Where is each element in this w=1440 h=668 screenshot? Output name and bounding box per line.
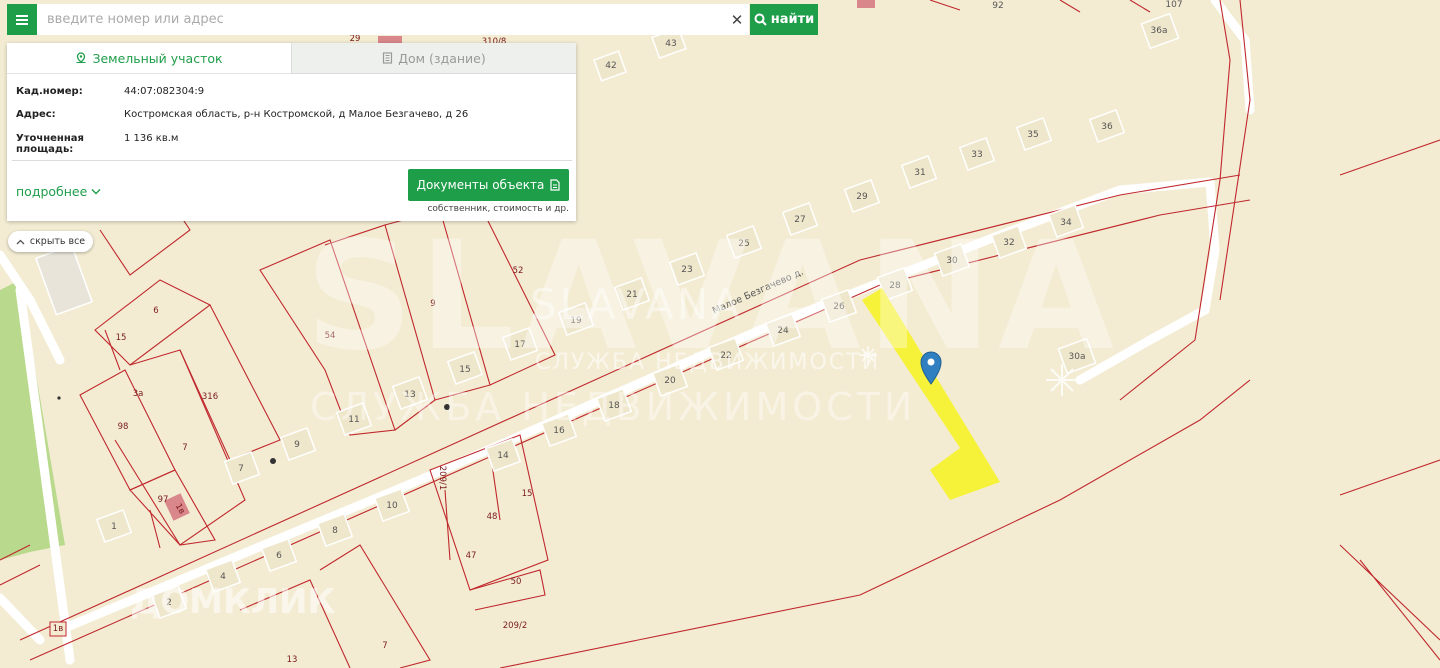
house-number-label: 9 bbox=[294, 440, 300, 450]
location-icon bbox=[76, 52, 86, 63]
house-number-label: 42 bbox=[605, 61, 616, 71]
house-number-label: 1 bbox=[111, 522, 117, 532]
house-number-label: 11 bbox=[348, 415, 359, 425]
parcel-info-panel: Земельный участок Дом (здание) Кад.номер… bbox=[7, 43, 576, 221]
find-button-label: найти bbox=[770, 12, 815, 27]
house-number-label: 20 bbox=[664, 376, 676, 386]
house-number-label: 2 bbox=[166, 598, 172, 608]
address-value: Костромская область, р-н Костромской, д … bbox=[124, 109, 469, 120]
house-number-label: 19 bbox=[570, 316, 582, 326]
search-icon bbox=[754, 13, 767, 26]
parcel-number-label: 7 bbox=[182, 443, 187, 453]
house-number-label: 17 bbox=[514, 340, 525, 350]
parcel-number-label: 13 bbox=[287, 655, 298, 665]
house-number-label: 18 bbox=[608, 401, 620, 411]
house-number-label: 31 bbox=[914, 168, 925, 178]
parcel-number-label: 209/2 bbox=[503, 621, 528, 631]
area-label-line1: Уточненная bbox=[16, 133, 84, 144]
house-number-label: 26 bbox=[833, 302, 845, 312]
parcel-number-label: 9 bbox=[430, 299, 435, 309]
tab-building-label: Дом (здание) bbox=[398, 50, 486, 66]
parcel-number-label: 1в bbox=[53, 624, 63, 634]
house-number-label: 14 bbox=[497, 451, 509, 461]
area-label-line2: площадь: bbox=[16, 144, 74, 155]
address-label: Адрес: bbox=[16, 109, 56, 120]
cadastral-number-value: 44:07:082304:9 bbox=[124, 86, 205, 97]
more-details-link[interactable]: подробнее bbox=[16, 184, 101, 199]
panel-divider bbox=[12, 160, 572, 161]
house-number-label: 27 bbox=[794, 215, 805, 225]
house-number-label: 36а bbox=[1151, 26, 1168, 36]
parcel-number-label: 50 bbox=[511, 577, 522, 587]
hide-all-button[interactable]: скрыть все bbox=[8, 231, 93, 252]
house-number-label: 35 bbox=[1027, 130, 1038, 140]
parcel-number-label: 209/1 bbox=[437, 466, 447, 491]
house-number-label: 36 bbox=[1101, 122, 1113, 132]
parcel-number-label: 54 bbox=[325, 331, 336, 341]
tab-land-plot-label: Земельный участок bbox=[92, 50, 223, 66]
house-number-label: 33 bbox=[971, 150, 982, 160]
parcel-number-label: 48 bbox=[487, 512, 498, 522]
point-marker bbox=[444, 404, 450, 410]
house-number-label: 43 bbox=[665, 39, 676, 49]
house-number-label: 16 bbox=[553, 426, 565, 436]
clear-search-button[interactable]: ✕ bbox=[725, 4, 749, 35]
parcel-number-label: 7 bbox=[382, 641, 387, 651]
parcel-number-label: 98 bbox=[118, 422, 129, 432]
house-number-label: 34 bbox=[1060, 218, 1072, 228]
house-number-label: 23 bbox=[681, 265, 692, 275]
parcel-number-label: 15 bbox=[522, 489, 533, 499]
house-number-label: 15 bbox=[459, 365, 470, 375]
area-value: 1 136 кв.м bbox=[124, 133, 179, 144]
parcel-number-label: 3а bbox=[133, 389, 144, 399]
chevron-up-icon bbox=[16, 239, 25, 244]
area-label: Уточненная площадь: bbox=[16, 133, 116, 155]
building-icon bbox=[383, 52, 393, 64]
object-documents-button[interactable]: Документы объекта bbox=[408, 169, 569, 201]
chevron-down-icon bbox=[91, 189, 101, 195]
menu-button[interactable] bbox=[7, 4, 37, 35]
hamburger-icon bbox=[16, 14, 28, 25]
hide-all-label: скрыть все bbox=[29, 236, 86, 247]
house-number-label: 24 bbox=[777, 326, 789, 336]
cadastral-number-label: Кад.номер: bbox=[16, 86, 83, 97]
parcel-number-label: 6 bbox=[153, 306, 158, 316]
house-number-label: 32 bbox=[1003, 238, 1014, 248]
tab-land-plot[interactable]: Земельный участок bbox=[7, 43, 291, 74]
house-number-label: 10 bbox=[386, 501, 398, 511]
house-number-label: 92 bbox=[992, 1, 1003, 11]
more-details-label: подробнее bbox=[16, 184, 88, 199]
house-number-label: 30 bbox=[946, 256, 958, 266]
house-number-label: 21 bbox=[626, 290, 637, 300]
close-icon: ✕ bbox=[730, 10, 744, 29]
document-icon bbox=[550, 179, 561, 191]
tab-building[interactable]: Дом (здание) bbox=[291, 43, 576, 74]
house-number-label: 107 bbox=[1165, 0, 1182, 10]
point-marker bbox=[57, 396, 61, 400]
parcel-number-label: 316 bbox=[202, 392, 218, 402]
house-number-label: 25 bbox=[738, 239, 749, 249]
house-number-label: 29 bbox=[856, 192, 868, 202]
search-input[interactable] bbox=[37, 4, 749, 35]
house-number-label: 13 bbox=[404, 390, 415, 400]
documents-subtitle: собственник, стоимость и др. bbox=[427, 204, 569, 214]
house-number-label: 8 bbox=[332, 526, 338, 536]
point-marker bbox=[270, 458, 276, 464]
house-number-label: 6 bbox=[276, 551, 282, 561]
panel-tabs: Земельный участок Дом (здание) bbox=[7, 43, 576, 74]
house-number-label: 7 bbox=[238, 464, 244, 474]
house-number-label: 4 bbox=[220, 572, 226, 582]
building-red bbox=[857, 0, 875, 8]
house-number-label: 30а bbox=[1069, 352, 1086, 362]
parcel-number-label: 52 bbox=[513, 266, 524, 276]
house-number-label: 22 bbox=[720, 351, 731, 361]
find-button[interactable]: найти bbox=[750, 4, 818, 35]
object-documents-label: Документы объекта bbox=[416, 178, 545, 192]
parcel-number-label: 47 bbox=[466, 551, 477, 561]
parcel-number-label: 15 bbox=[116, 333, 127, 343]
parcel-number-label: 97 bbox=[158, 495, 169, 505]
house-number-label: 28 bbox=[889, 281, 901, 291]
